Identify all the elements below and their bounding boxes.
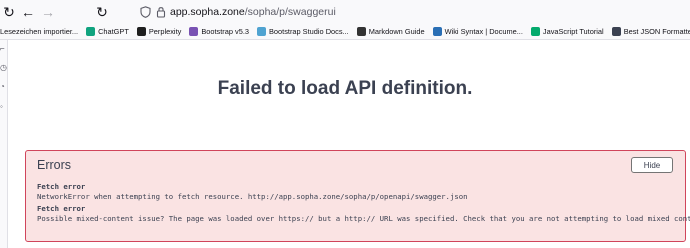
- perplexity-icon: [136, 27, 146, 36]
- bookmark-label: Wiki Syntax | Docume...: [444, 27, 523, 36]
- bookmark-label: Perplexity: [148, 27, 182, 36]
- bookmark-label: Markdown Guide: [368, 27, 425, 36]
- browser-toolbar: ↻ ← → ↻ app.sopha.zone/sopha/p/swaggerui: [0, 0, 690, 24]
- sidebar-item-icon[interactable]: ◦: [0, 102, 8, 112]
- forward-button[interactable]: →: [38, 2, 58, 22]
- bookmark-label: Bootstrap v5.3: [201, 27, 249, 36]
- forward-arrow-icon: →: [41, 4, 55, 20]
- bookmark-label: Bootstrap Studio Docs...: [269, 27, 349, 36]
- bookmark-item[interactable]: Bootstrap v5.3: [189, 27, 249, 36]
- json-icon: [611, 27, 621, 36]
- bookmark-item[interactable]: Best JSON Formatter a...: [611, 27, 690, 36]
- url-path: /sopha/p/swaggerui: [244, 6, 336, 18]
- lock-icon: [154, 5, 168, 19]
- error-item: Fetch error NetworkError when attempting…: [37, 182, 468, 202]
- reload-icon: ↻: [96, 3, 108, 20]
- error-message: Possible mixed-content issue? The page w…: [37, 214, 690, 223]
- bootstrap-studio-icon: [257, 27, 266, 36]
- bookmark-item[interactable]: Lesezeichen importier...: [0, 27, 78, 36]
- back-button[interactable]: ←: [18, 2, 38, 22]
- bookmark-label: Lesezeichen importier...: [0, 27, 79, 36]
- bookmark-item[interactable]: JavaScript Tutorial: [530, 27, 604, 36]
- chatgpt-icon: [86, 27, 96, 36]
- bookmark-item[interactable]: Bootstrap Studio Docs...: [257, 27, 349, 36]
- sidebar-toggle-icon[interactable]: ⌐: [0, 44, 8, 54]
- address-bar[interactable]: app.sopha.zone/sopha/p/swaggerui: [138, 2, 690, 22]
- wiki-icon: [432, 27, 442, 36]
- bootstrap-icon: [189, 27, 199, 36]
- bookmark-label: Best JSON Formatter a...: [623, 27, 690, 36]
- bookmark-label: ChatGPT: [98, 27, 129, 36]
- page-title: Failed to load API definition.: [217, 78, 473, 99]
- reload-button[interactable]: ↻: [0, 2, 18, 22]
- reload-button-2[interactable]: ↻: [92, 2, 112, 22]
- shield-icon: [138, 5, 152, 19]
- errors-heading: Errors: [37, 158, 72, 172]
- browser-sidebar: ⌐ ◷ ◔ ◦: [0, 40, 8, 248]
- history-icon[interactable]: ◷: [0, 63, 8, 73]
- bookmark-item[interactable]: ChatGPT: [86, 27, 129, 36]
- error-heading: Fetch error: [37, 182, 86, 191]
- w3schools-icon: [530, 27, 540, 36]
- bookmarks-bar: Lesezeichen importier... ChatGPT Perplexit…: [0, 24, 690, 40]
- reload-icon: ↻: [3, 3, 15, 20]
- error-message: NetworkError when attempting to fetch re…: [37, 192, 468, 201]
- error-heading: Fetch error: [37, 204, 86, 213]
- bookmark-item[interactable]: Wiki Syntax | Docume...: [432, 27, 523, 36]
- hide-button[interactable]: Hide: [631, 157, 673, 173]
- bookmark-item[interactable]: Markdown Guide: [356, 27, 425, 36]
- errors-panel: Errors Hide Fetch error NetworkError whe…: [25, 150, 690, 242]
- markdown-icon: [356, 27, 366, 36]
- error-item: Fetch error Possible mixed-content issue…: [37, 204, 690, 224]
- back-arrow-icon: ←: [21, 4, 35, 20]
- url-host: app.sopha.zone: [170, 6, 245, 18]
- bookmark-item[interactable]: Perplexity: [136, 27, 182, 36]
- bookmark-label: JavaScript Tutorial: [542, 27, 604, 36]
